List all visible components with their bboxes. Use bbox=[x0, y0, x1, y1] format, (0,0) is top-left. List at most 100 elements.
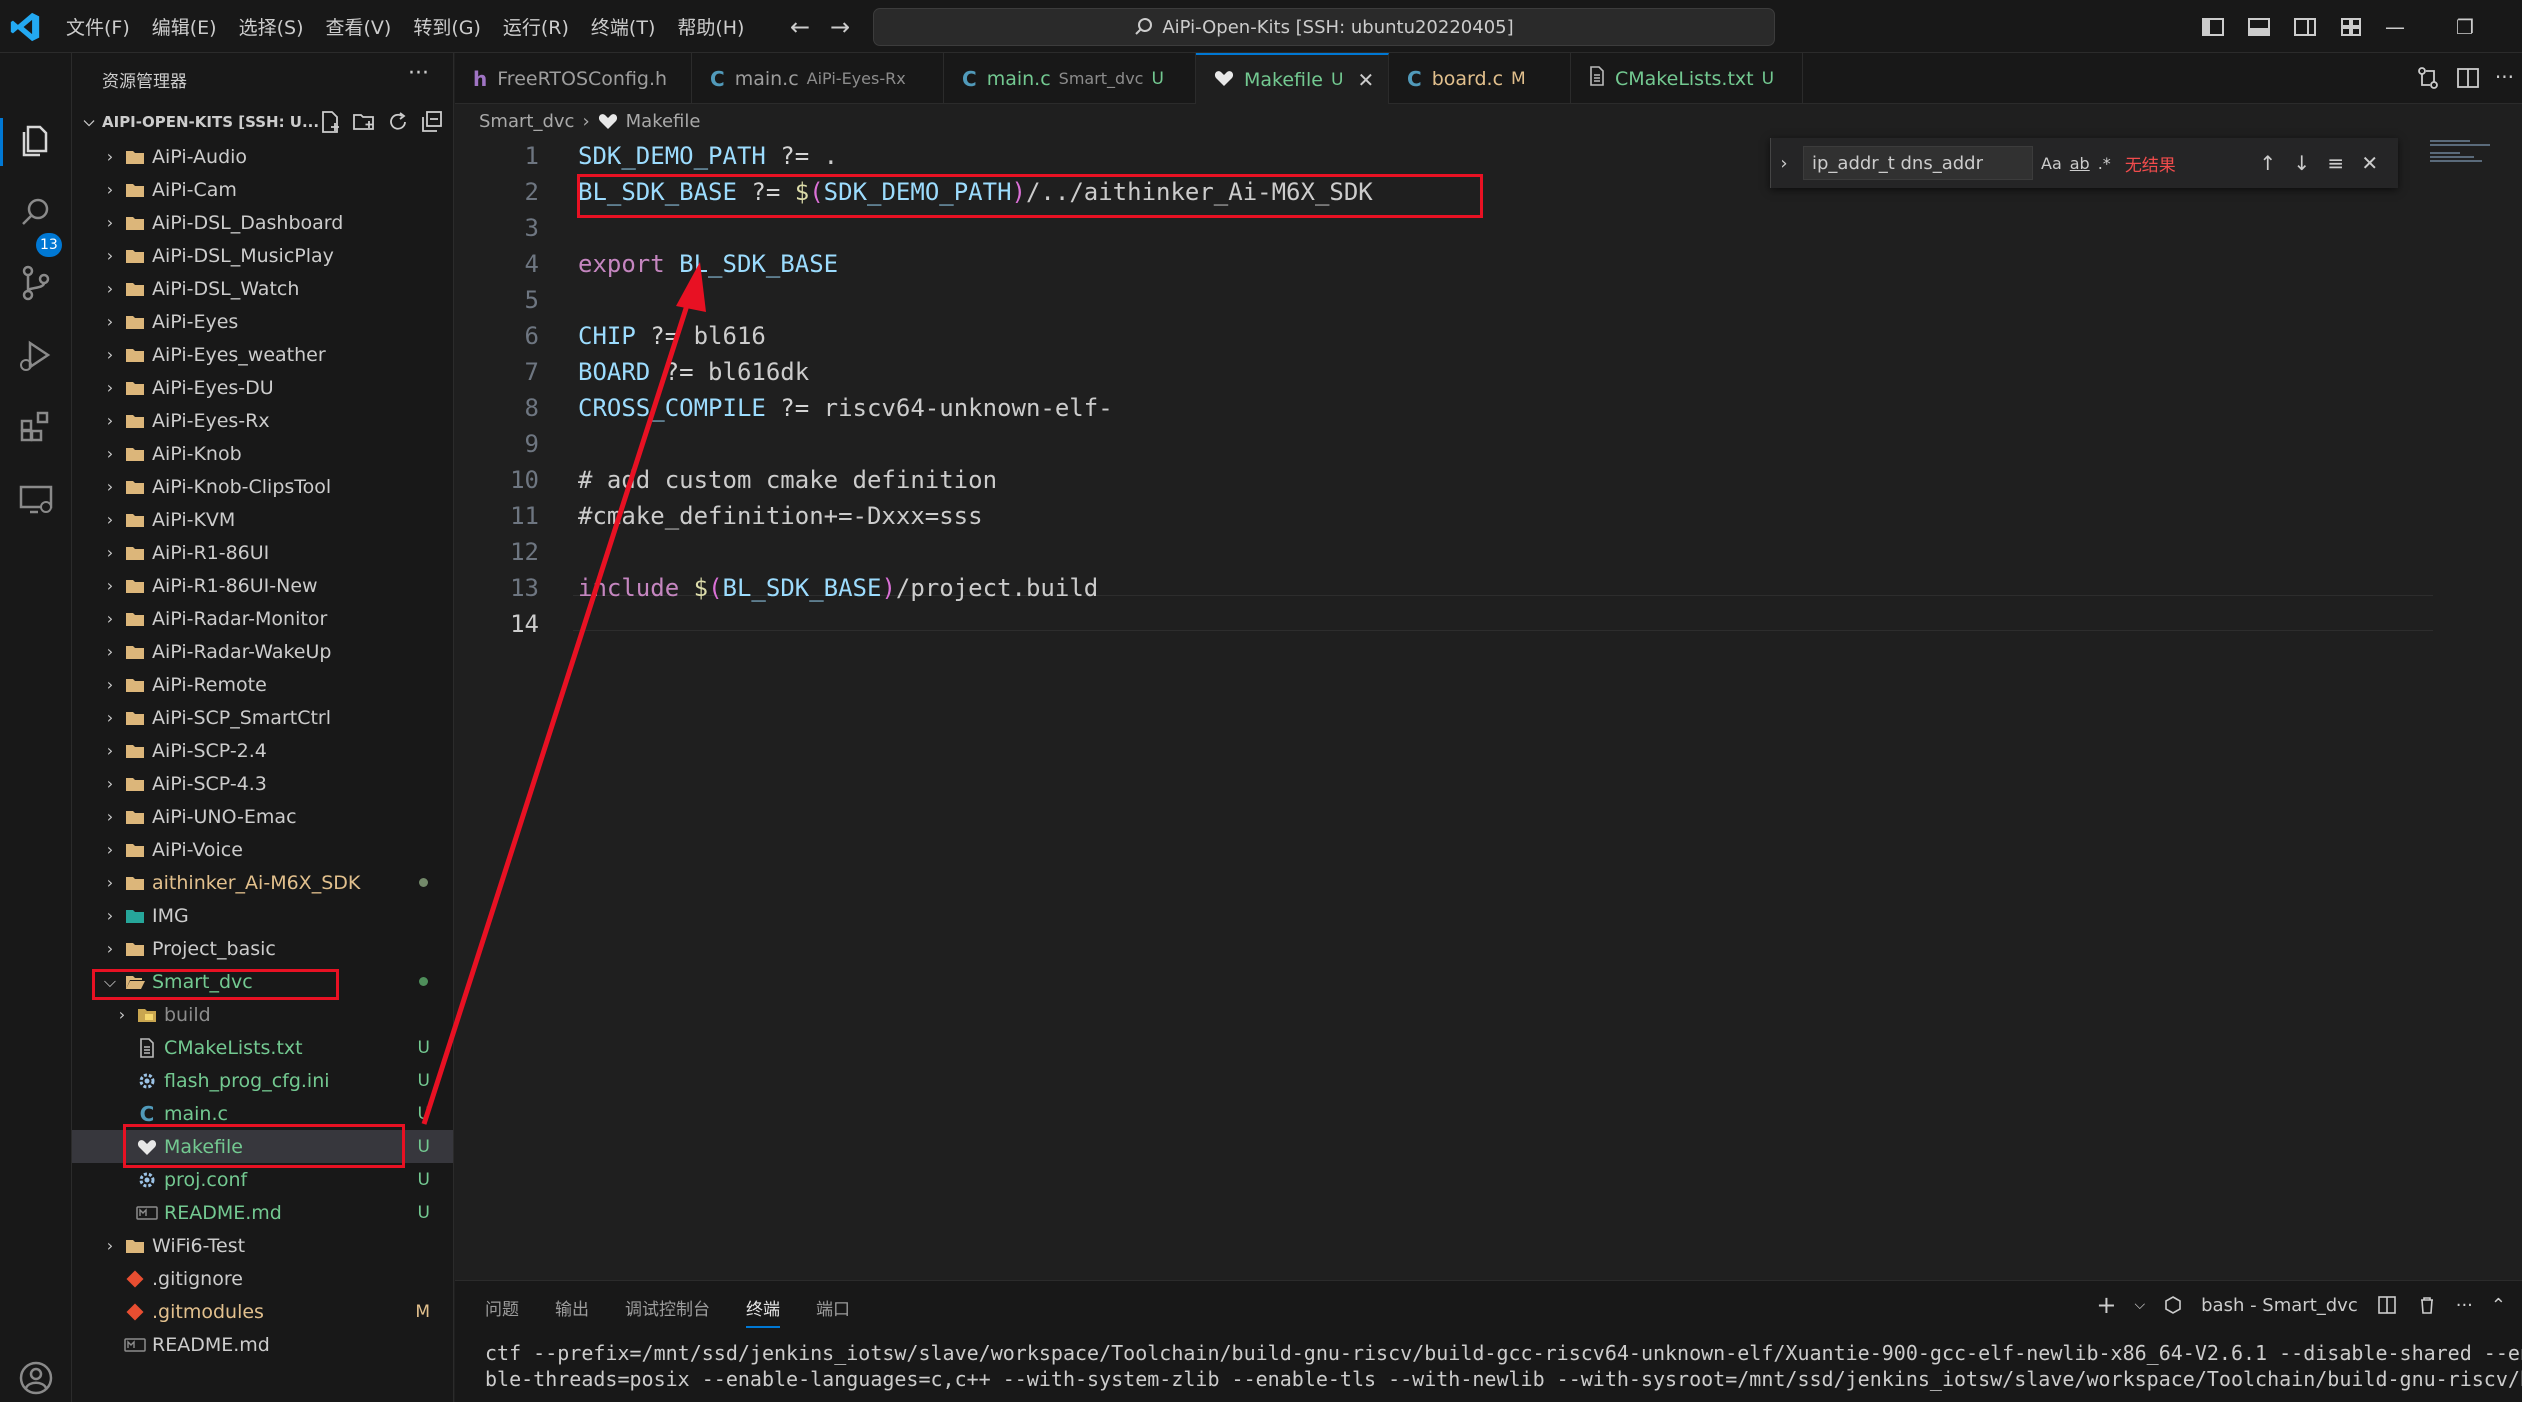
tree-folder[interactable]: › AiPi-Remote bbox=[72, 668, 453, 701]
menu-selection[interactable]: 选择(S) bbox=[228, 13, 315, 40]
tree-folder[interactable]: › AiPi-Cam bbox=[72, 173, 453, 206]
command-center[interactable]: AiPi-Open-Kits [SSH: ubuntu20220405] bbox=[873, 8, 1775, 46]
editor-tab-bar: h FreeRTOSConfig.h Cmain.c AiPi-Eyes-Rx Cm… bbox=[455, 53, 2522, 104]
breadcrumb-folder[interactable]: Smart_dvc bbox=[479, 111, 574, 132]
compare-changes-icon[interactable] bbox=[2415, 65, 2441, 91]
restore-icon[interactable]: ❐ bbox=[2430, 0, 2500, 53]
close-tab-icon[interactable]: ✕ bbox=[1357, 68, 1374, 92]
close-window-icon[interactable]: ✕ bbox=[2500, 0, 2522, 53]
nav-forward-icon[interactable]: → bbox=[826, 13, 854, 41]
tree-folder-sdk[interactable]: › aithinker_Ai-M6X_SDK bbox=[72, 866, 453, 899]
tree-folder[interactable]: › AiPi-Voice bbox=[72, 833, 453, 866]
toggle-panel-icon[interactable] bbox=[2244, 12, 2274, 42]
previous-match-icon[interactable]: ↑ bbox=[2251, 151, 2285, 175]
tab-ports[interactable]: 端口 bbox=[816, 1295, 850, 1328]
refresh-icon[interactable] bbox=[385, 109, 411, 135]
tree-folder[interactable]: › AiPi-Eyes-DU bbox=[72, 371, 453, 404]
search-icon[interactable] bbox=[16, 193, 56, 233]
tree-folder[interactable]: › AiPi-Knob-ClipsTool bbox=[72, 470, 453, 503]
use-regex-icon[interactable]: .* bbox=[2098, 154, 2111, 173]
tree-file[interactable]: CMakeLists.txt U bbox=[72, 1031, 453, 1064]
tree-folder[interactable]: › AiPi-R1-86UI bbox=[72, 536, 453, 569]
minimap[interactable] bbox=[2430, 138, 2510, 178]
tree-file[interactable]: README.md U bbox=[72, 1196, 453, 1229]
tab-debug-console[interactable]: 调试控制台 bbox=[625, 1295, 710, 1328]
tab-makefile[interactable]: Makefile U ✕ bbox=[1196, 53, 1389, 104]
menu-run[interactable]: 运行(R) bbox=[492, 13, 580, 40]
tree-folder[interactable]: › AiPi-SCP_SmartCtrl bbox=[72, 701, 453, 734]
match-case-icon[interactable]: Aa bbox=[2041, 154, 2062, 173]
remote-explorer-icon[interactable] bbox=[16, 479, 56, 519]
more-actions-icon[interactable]: ··· bbox=[2456, 1295, 2473, 1316]
tree-folder[interactable]: › AiPi-KVM bbox=[72, 503, 453, 536]
minimize-icon[interactable]: — bbox=[2360, 0, 2430, 53]
trash-icon[interactable] bbox=[2416, 1294, 2438, 1316]
tree-folder[interactable]: › AiPi-Radar-WakeUp bbox=[72, 635, 453, 668]
tab-terminal[interactable]: 终端 bbox=[746, 1295, 780, 1328]
menu-go[interactable]: 转到(G) bbox=[402, 13, 492, 40]
tree-file[interactable]: .gitmodules M bbox=[72, 1295, 453, 1328]
menu-view[interactable]: 查看(V) bbox=[315, 13, 403, 40]
split-terminal-icon[interactable] bbox=[2376, 1294, 2398, 1316]
tab-board-c[interactable]: Cboard.c M bbox=[1389, 53, 1571, 104]
tree-folder[interactable]: › AiPi-Audio bbox=[72, 140, 453, 173]
tree-folder[interactable]: › AiPi-SCP-2.4 bbox=[72, 734, 453, 767]
tree-folder[interactable]: › AiPi-DSL_Watch bbox=[72, 272, 453, 305]
tree-folder[interactable]: › AiPi-DSL_MusicPlay bbox=[72, 239, 453, 272]
run-debug-icon[interactable] bbox=[16, 335, 56, 375]
code-editor[interactable]: 1 SDK_DEMO_PATH ?= . 2 BL_SDK_BASE ?= $(SD… bbox=[455, 138, 2522, 1280]
tab-problems[interactable]: 问题 bbox=[485, 1295, 519, 1328]
tree-folder[interactable]: › AiPi-UNO-Emac bbox=[72, 800, 453, 833]
close-find-icon[interactable]: ✕ bbox=[2353, 151, 2387, 175]
folder-icon bbox=[124, 1235, 146, 1257]
explorer-icon[interactable] bbox=[16, 121, 56, 161]
menu-file[interactable]: 文件(F) bbox=[55, 13, 141, 40]
code-text: BOARD ?= bl616dk bbox=[578, 358, 810, 386]
menu-help[interactable]: 帮助(H) bbox=[666, 13, 755, 40]
more-actions-icon[interactable]: ··· bbox=[408, 61, 429, 86]
menu-terminal[interactable]: 终端(T) bbox=[580, 13, 666, 40]
nav-back-icon[interactable]: ← bbox=[786, 13, 814, 41]
toggle-secondary-sidebar-icon[interactable] bbox=[2290, 12, 2320, 42]
tree-file[interactable]: .gitignore bbox=[72, 1262, 453, 1295]
tab-main-aipi-eyes-rx[interactable]: Cmain.c AiPi-Eyes-Rx bbox=[692, 53, 944, 104]
toggle-replace-icon[interactable]: › bbox=[1771, 153, 1797, 174]
find-input[interactable]: ip_addr_t dns_addr bbox=[1803, 146, 2033, 180]
toggle-primary-sidebar-icon[interactable] bbox=[2198, 12, 2228, 42]
tree-folder[interactable]: › AiPi-R1-86UI-New bbox=[72, 569, 453, 602]
tab-cmakelists[interactable]: CMakeLists.txt U bbox=[1571, 53, 1803, 104]
menu-edit[interactable]: 编辑(E) bbox=[141, 13, 228, 40]
tab-output[interactable]: 输出 bbox=[555, 1295, 589, 1328]
collapse-all-icon[interactable] bbox=[419, 109, 445, 135]
tree-folder[interactable]: › AiPi-Radar-Monitor bbox=[72, 602, 453, 635]
tree-file[interactable]: README.md bbox=[72, 1328, 453, 1361]
source-control-icon[interactable] bbox=[16, 263, 56, 303]
new-terminal-icon[interactable]: + bbox=[2096, 1291, 2116, 1319]
tree-folder[interactable]: › AiPi-Eyes_weather bbox=[72, 338, 453, 371]
tree-folder[interactable]: › AiPi-SCP-4.3 bbox=[72, 767, 453, 800]
tree-folder[interactable]: › AiPi-Eyes bbox=[72, 305, 453, 338]
tree-folder[interactable]: › AiPi-DSL_Dashboard bbox=[72, 206, 453, 239]
tree-folder-project-basic[interactable]: › Project_basic bbox=[72, 932, 453, 965]
extensions-icon[interactable] bbox=[16, 407, 56, 447]
new-folder-icon[interactable] bbox=[351, 109, 377, 135]
terminal-name[interactable]: bash - Smart_dvc bbox=[2201, 1295, 2358, 1316]
tree-folder-img[interactable]: › IMG bbox=[72, 899, 453, 932]
maximize-panel-icon[interactable]: ⌃ bbox=[2491, 1295, 2506, 1316]
tree-folder[interactable]: › AiPi-Knob bbox=[72, 437, 453, 470]
new-file-icon[interactable] bbox=[317, 109, 343, 135]
tree-folder[interactable]: › AiPi-Eyes-Rx bbox=[72, 404, 453, 437]
more-actions-icon[interactable]: ··· bbox=[2495, 65, 2514, 91]
find-in-selection-icon[interactable]: ≡ bbox=[2319, 151, 2353, 175]
tree-folder-wifi[interactable]: › WiFi6-Test bbox=[72, 1229, 453, 1262]
breadcrumb-file[interactable]: Makefile bbox=[626, 111, 701, 132]
tab-main-smart-dvc[interactable]: Cmain.c Smart_dvc U bbox=[944, 53, 1196, 104]
split-editor-icon[interactable] bbox=[2455, 65, 2481, 91]
chevron-down-icon[interactable]: ⌵ bbox=[2135, 1297, 2146, 1313]
tab-freertosconfig[interactable]: h FreeRTOSConfig.h bbox=[455, 53, 692, 104]
tree-folder-build[interactable]: › build bbox=[72, 998, 453, 1031]
tree-file[interactable]: flash_prog_cfg.ini U bbox=[72, 1064, 453, 1097]
next-match-icon[interactable]: ↓ bbox=[2285, 151, 2319, 175]
match-whole-word-icon[interactable]: ab bbox=[2070, 154, 2090, 173]
account-icon[interactable] bbox=[16, 1358, 56, 1398]
